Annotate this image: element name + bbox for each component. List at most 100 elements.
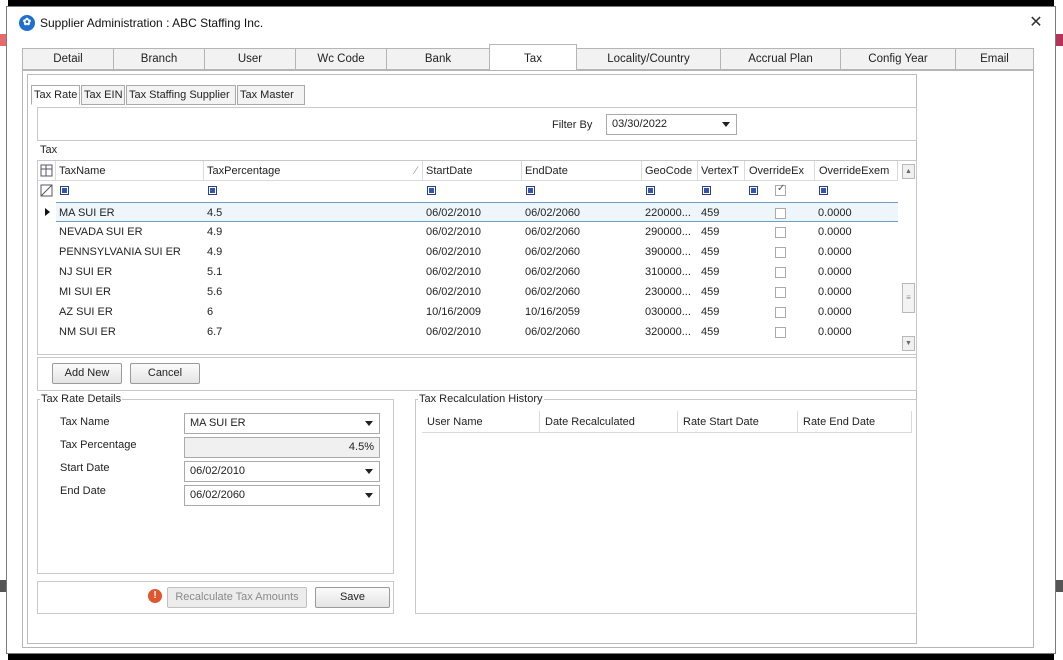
override-checkbox[interactable]	[775, 327, 786, 338]
cell-name[interactable]: AZ SUI ER	[56, 302, 204, 322]
cell-end[interactable]: 10/16/2059	[522, 302, 642, 322]
cell-vertex[interactable]: 459	[698, 222, 745, 242]
tab-accrual-plan[interactable]: Accrual Plan	[720, 48, 841, 70]
history-col-rate-start-date[interactable]: Rate Start Date	[678, 411, 798, 433]
cell-vertex[interactable]: 459	[698, 262, 745, 282]
filter-overrideex-checkbox[interactable]	[775, 183, 786, 196]
filter-overrideexem[interactable]	[815, 182, 835, 200]
cell-pct[interactable]: 6.7	[204, 322, 423, 342]
cell-vertex[interactable]: 459	[698, 202, 745, 222]
filter-taxpercentage[interactable]	[204, 182, 224, 200]
cell-exem[interactable]: 0.0000	[815, 242, 898, 262]
filter-startdate[interactable]	[423, 182, 443, 200]
cell-start[interactable]: 06/02/2010	[423, 262, 522, 282]
cell-geo[interactable]: 320000...	[642, 322, 698, 342]
cell-geo[interactable]: 390000...	[642, 242, 698, 262]
start-date-picker[interactable]: 06/02/2010	[184, 461, 380, 482]
cell-end[interactable]: 06/02/2060	[522, 282, 642, 302]
cell-name[interactable]: MI SUI ER	[56, 282, 204, 302]
cell-name[interactable]: MA SUI ER	[56, 202, 204, 222]
override-checkbox[interactable]	[775, 307, 786, 318]
save-button[interactable]: Save	[315, 587, 390, 608]
cell-vertex[interactable]: 459	[698, 302, 745, 322]
cell-vertex[interactable]: 459	[698, 242, 745, 262]
row-selector[interactable]	[38, 302, 56, 322]
cell-end[interactable]: 06/02/2060	[522, 242, 642, 262]
scroll-down-icon[interactable]: ▼	[902, 336, 915, 351]
cell-exem[interactable]: 0.0000	[815, 322, 898, 342]
cell-geo[interactable]: 310000...	[642, 262, 698, 282]
scroll-thumb[interactable]: ≡	[902, 283, 915, 313]
row-selector[interactable]	[38, 322, 56, 342]
cell-pct[interactable]: 4.9	[204, 222, 423, 242]
grid-vertical-scrollbar[interactable]: ▲ ≡ ▼	[900, 161, 916, 354]
cell-start[interactable]: 10/16/2009	[423, 302, 522, 322]
cell-pct[interactable]: 5.1	[204, 262, 423, 282]
subtab-tax-staffing-supplier[interactable]: Tax Staffing Supplier	[126, 85, 236, 105]
row-selector[interactable]	[38, 262, 56, 282]
override-checkbox[interactable]	[775, 227, 786, 238]
filter-enddate[interactable]	[522, 182, 542, 200]
subtab-tax-rate[interactable]: Tax Rate	[31, 85, 80, 105]
history-col-date-recalculated[interactable]: Date Recalculated	[540, 411, 678, 433]
cell-start[interactable]: 06/02/2010	[423, 222, 522, 242]
column-chooser-icon[interactable]	[38, 161, 56, 181]
tab-bank[interactable]: Bank	[386, 48, 490, 70]
cell-exem[interactable]: 0.0000	[815, 202, 898, 222]
cell-name[interactable]: NM SUI ER	[56, 322, 204, 342]
col-header-overrideexem[interactable]: OverrideExem	[815, 161, 898, 181]
override-checkbox[interactable]	[775, 287, 786, 298]
override-checkbox[interactable]	[775, 267, 786, 278]
filter-overrideex[interactable]	[745, 182, 765, 200]
table-row[interactable]: AZ SUI ER 6 10/16/2009 10/16/2059 030000... 4…	[38, 302, 898, 322]
col-header-enddate[interactable]: EndDate	[522, 161, 642, 181]
tab-config-year[interactable]: Config Year	[840, 48, 956, 70]
tab-tax[interactable]: Tax	[489, 44, 577, 71]
col-header-geocode[interactable]: GeoCode	[642, 161, 698, 181]
tax-name-dropdown[interactable]: MA SUI ER	[184, 413, 380, 434]
subtab-tax-ein[interactable]: Tax EIN	[81, 85, 125, 105]
cell-start[interactable]: 06/02/2010	[423, 282, 522, 302]
cell-exem[interactable]: 0.0000	[815, 282, 898, 302]
tab-branch[interactable]: Branch	[113, 48, 205, 70]
row-selector[interactable]	[38, 282, 56, 302]
filter-date-dropdown[interactable]: 03/30/2022	[606, 114, 737, 135]
cell-start[interactable]: 06/02/2010	[423, 322, 522, 342]
cell-pct[interactable]: 6	[204, 302, 423, 322]
cell-geo[interactable]: 030000...	[642, 302, 698, 322]
cell-exem[interactable]: 0.0000	[815, 262, 898, 282]
col-header-overrideex[interactable]: OverrideEx	[745, 161, 815, 181]
scroll-up-icon[interactable]: ▲	[902, 164, 915, 179]
table-row[interactable]: NM SUI ER 6.7 06/02/2010 06/02/2060 320000..…	[38, 322, 898, 342]
tab-wc-code[interactable]: Wc Code	[295, 48, 387, 70]
cell-vertex[interactable]: 459	[698, 282, 745, 302]
cell-end[interactable]: 06/02/2060	[522, 222, 642, 242]
cell-pct[interactable]: 4.9	[204, 242, 423, 262]
cell-start[interactable]: 06/02/2010	[423, 242, 522, 262]
cell-end[interactable]: 06/02/2060	[522, 262, 642, 282]
table-row[interactable]: MA SUI ER 4.5 06/02/2010 06/02/2060 220000..…	[38, 202, 898, 222]
filter-taxname[interactable]	[56, 182, 76, 200]
cell-name[interactable]: NEVADA SUI ER	[56, 222, 204, 242]
cell-pct[interactable]: 4.5	[204, 202, 423, 222]
row-selector[interactable]	[38, 242, 56, 262]
col-header-taxname[interactable]: TaxName	[56, 161, 204, 181]
cell-exem[interactable]: 0.0000	[815, 222, 898, 242]
tab-email[interactable]: Email	[955, 48, 1034, 70]
tab-user[interactable]: User	[204, 48, 296, 70]
col-header-taxpercentage[interactable]: TaxPercentage ⁄	[204, 161, 423, 181]
table-row[interactable]: PENNSYLVANIA SUI ER 4.9 06/02/2010 06/02/20…	[38, 242, 898, 262]
override-checkbox[interactable]	[775, 247, 786, 258]
col-header-vertext[interactable]: VertexT	[698, 161, 745, 181]
tab-locality-country[interactable]: Locality/Country	[576, 48, 721, 70]
table-row[interactable]: MI SUI ER 5.6 06/02/2010 06/02/2060 230000..…	[38, 282, 898, 302]
cell-exem[interactable]: 0.0000	[815, 302, 898, 322]
cell-vertex[interactable]: 459	[698, 322, 745, 342]
add-new-button[interactable]: Add New	[52, 363, 122, 384]
row-selector[interactable]	[38, 222, 56, 242]
table-row[interactable]: NEVADA SUI ER 4.9 06/02/2010 06/02/2060 2900…	[38, 222, 898, 242]
cell-name[interactable]: PENNSYLVANIA SUI ER	[56, 242, 204, 262]
filter-geocode[interactable]	[642, 182, 662, 200]
close-icon[interactable]: ✕	[1025, 13, 1047, 33]
history-col-rate-end-date[interactable]: Rate End Date	[798, 411, 912, 433]
